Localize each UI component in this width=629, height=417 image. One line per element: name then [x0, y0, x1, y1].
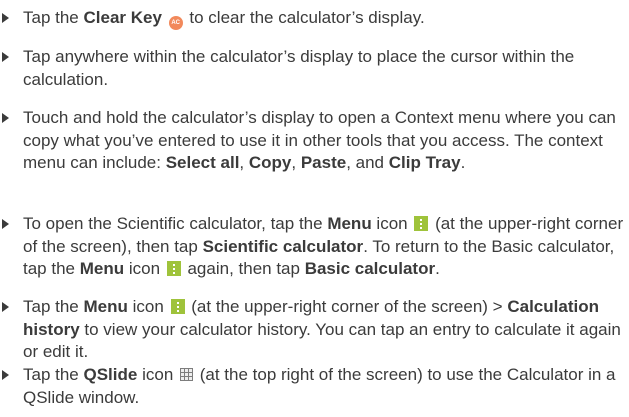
text-run: , — [291, 153, 301, 172]
text-run: To open the Scientific calculator, tap t… — [23, 214, 328, 233]
text-run: , and — [346, 153, 389, 172]
text-run: , — [239, 153, 249, 172]
clip-tray-label: Clip Tray — [388, 153, 461, 172]
bullet-arrow-icon — [2, 13, 9, 23]
bullet-text: Tap the QSlide icon (at the top right of… — [23, 364, 629, 409]
text-run: again, then tap — [182, 259, 305, 278]
text-run: Tap the — [23, 8, 84, 27]
select-all-label: Select all — [165, 153, 240, 172]
clear-key-icon: AC — [168, 16, 183, 30]
bullet-arrow-icon — [2, 52, 9, 62]
bullet-arrow-icon — [2, 219, 9, 229]
menu-label: Menu — [83, 297, 128, 316]
bullet-arrow-icon — [2, 302, 9, 312]
qslide-label: QSlide — [83, 365, 138, 384]
basic-calculator-label: Basic calculator — [304, 259, 436, 278]
menu-icon — [414, 216, 429, 231]
text-run: . — [435, 259, 440, 278]
text-run: to view your calculator history. You can… — [23, 319, 621, 362]
text-run: (at the upper-right corner of the screen… — [186, 297, 508, 316]
copy-label: Copy — [248, 153, 292, 172]
bullet-arrow-icon — [2, 370, 9, 380]
scientific-calculator-label: Scientific calculator — [202, 236, 364, 256]
clear-key-label: Clear Key — [83, 8, 162, 27]
text-run: Tap the — [23, 297, 84, 316]
paste-label: Paste — [300, 153, 347, 172]
bullet-text: Tap anywhere within the calculator’s dis… — [23, 47, 575, 89]
bullet-arrow-icon — [2, 113, 9, 123]
qslide-icon — [180, 368, 193, 381]
bullet-text: Tap the Clear Key AC to clear the calcul… — [23, 7, 629, 30]
text-run: icon — [371, 214, 413, 233]
text-run: to clear the calculator’s display. — [184, 8, 425, 27]
text-run: . — [460, 153, 466, 172]
text-run: icon — [124, 259, 165, 278]
document-page: Tap the Clear Key AC to clear the calcul… — [0, 0, 629, 417]
bullet-text: Tap the Menu icon (at the upper-right co… — [23, 296, 629, 364]
menu-label: Menu — [79, 259, 125, 278]
menu-label: Menu — [327, 214, 372, 233]
bullet-text: Touch and hold the calculator’s display … — [23, 107, 629, 175]
text-run: Tap the — [23, 365, 84, 384]
text-run: icon — [127, 297, 169, 316]
menu-icon — [170, 299, 185, 314]
menu-icon — [166, 261, 181, 276]
bullet-text: To open the Scientific calculator, tap t… — [23, 213, 629, 281]
text-run: icon — [137, 365, 178, 384]
